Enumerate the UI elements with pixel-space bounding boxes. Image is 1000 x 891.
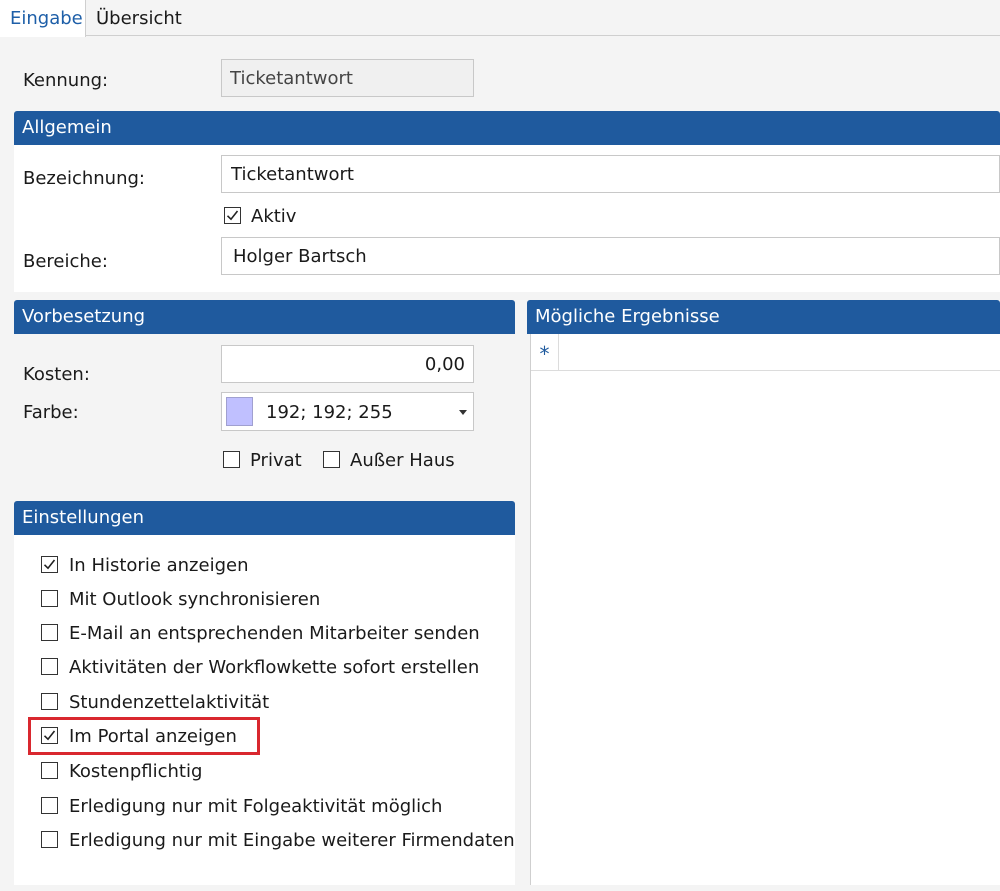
aktiv-label: Aktiv [251, 206, 297, 227]
folgeaktivitaet-checkbox[interactable] [41, 797, 58, 814]
workflowkette-label: Aktivitäten der Workflowkette sofort ers… [69, 657, 480, 678]
ausser-haus-checkbox[interactable] [323, 451, 340, 468]
folgeaktivitaet-label: Erledigung nur mit Folgeaktivität möglic… [69, 796, 443, 817]
outlook-sync-checkbox[interactable] [41, 590, 58, 607]
aktiv-checkbox[interactable] [224, 207, 241, 224]
privat-checkbox[interactable] [223, 451, 240, 468]
email-mitarbeiter-label: E-Mail an entsprechenden Mitarbeiter sen… [69, 623, 480, 644]
new-row[interactable]: * [531, 334, 1000, 371]
kosten-input[interactable] [221, 345, 474, 383]
tab-eingabe[interactable]: Eingabe [0, 0, 86, 37]
privat-label: Privat [250, 450, 302, 471]
firmendaten-checkbox[interactable] [41, 831, 58, 848]
tab-bar: Eingabe Übersicht [0, 0, 1000, 37]
section-header-einstellungen: Einstellungen [14, 501, 515, 535]
section-header-allgemein: Allgemein [14, 111, 1000, 145]
checkmark-icon [43, 559, 56, 570]
kosten-label: Kosten: [23, 364, 90, 385]
kennung-label: Kennung: [23, 70, 109, 91]
kostenpflichtig-label: Kostenpflichtig [69, 761, 203, 782]
highlight-box [28, 717, 260, 755]
section-header-vorbesetzung: Vorbesetzung [14, 300, 515, 334]
bereiche-input[interactable] [221, 237, 1000, 275]
kennung-field[interactable] [221, 59, 474, 97]
checkmark-icon [226, 210, 239, 221]
tab-uebersicht[interactable]: Übersicht [86, 0, 186, 36]
stundenzettel-label: Stundenzettelaktivität [69, 692, 270, 713]
ausser-haus-label: Außer Haus [350, 450, 455, 471]
color-swatch [226, 397, 253, 426]
in-historie-checkbox[interactable] [41, 556, 58, 573]
new-row-marker: * [531, 334, 559, 371]
farbe-label: Farbe: [23, 402, 79, 423]
kostenpflichtig-checkbox[interactable] [41, 762, 58, 779]
workflowkette-checkbox[interactable] [41, 658, 58, 675]
firmendaten-label: Erledigung nur mit Eingabe weiterer Firm… [69, 830, 515, 851]
chevron-down-icon [459, 410, 467, 415]
section-header-moegliche-ergebnisse: Mögliche Ergebnisse [527, 300, 1000, 334]
ergebnisse-grid[interactable]: * [530, 334, 1000, 885]
outlook-sync-label: Mit Outlook synchronisieren [69, 589, 321, 610]
farbe-value: 192; 192; 255 [266, 402, 393, 423]
email-mitarbeiter-checkbox[interactable] [41, 624, 58, 641]
bezeichnung-label: Bezeichnung: [23, 168, 145, 189]
bereiche-label: Bereiche: [23, 251, 108, 272]
farbe-select[interactable]: 192; 192; 255 [221, 392, 474, 431]
stundenzettel-checkbox[interactable] [41, 693, 58, 710]
bezeichnung-input[interactable] [221, 155, 1000, 193]
in-historie-label: In Historie anzeigen [69, 555, 249, 576]
